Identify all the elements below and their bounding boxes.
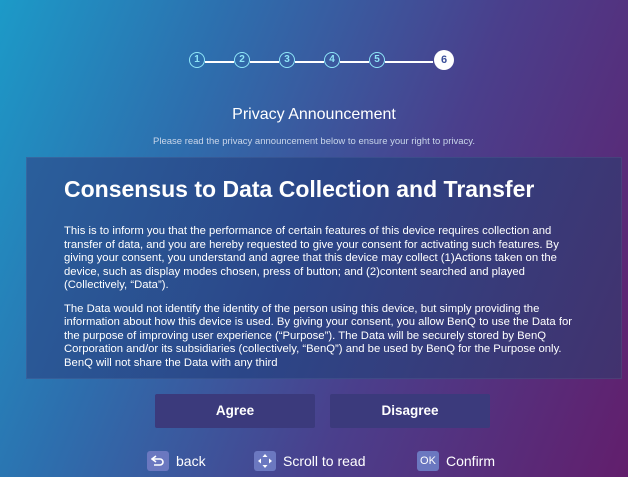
step-1: 1 xyxy=(189,52,205,68)
page-title: Privacy Announcement xyxy=(232,106,396,123)
confirm-hint[interactable]: OK Confirm xyxy=(417,450,495,472)
announcement-heading: Consensus to Data Collection and Transfe… xyxy=(64,176,535,202)
announcement-paragraph: The Data would not identify the identity… xyxy=(64,302,573,369)
stepper-line xyxy=(295,61,324,63)
privacy-announcement-panel[interactable]: Consensus to Data Collection and Transfe… xyxy=(26,157,622,379)
dpad-icon xyxy=(254,451,276,471)
ok-key-icon: OK xyxy=(417,451,439,471)
back-arrow-icon xyxy=(147,451,169,471)
back-hint[interactable]: back xyxy=(147,450,206,472)
back-hint-label: back xyxy=(176,453,206,469)
confirm-hint-label: Confirm xyxy=(446,453,496,469)
step-2: 2 xyxy=(234,52,250,68)
stepper-line xyxy=(385,61,433,63)
announcement-paragraph: This is to inform you that the performan… xyxy=(64,225,559,291)
page-subtitle: Please read the privacy announcement bel… xyxy=(153,136,475,147)
step-5: 5 xyxy=(369,52,385,68)
scroll-hint: Scroll to read xyxy=(254,450,365,472)
scroll-hint-label: Scroll to read xyxy=(283,453,366,469)
stepper-line xyxy=(205,61,234,63)
setup-stepper: 1 2 3 4 5 6 xyxy=(189,50,454,72)
stepper-line xyxy=(250,61,279,63)
disagree-button[interactable]: Disagree xyxy=(330,394,490,428)
stepper-line xyxy=(340,61,369,63)
step-4: 4 xyxy=(324,52,340,68)
step-6-current: 6 xyxy=(434,50,454,70)
agree-button[interactable]: Agree xyxy=(155,394,315,428)
step-3: 3 xyxy=(279,52,295,68)
